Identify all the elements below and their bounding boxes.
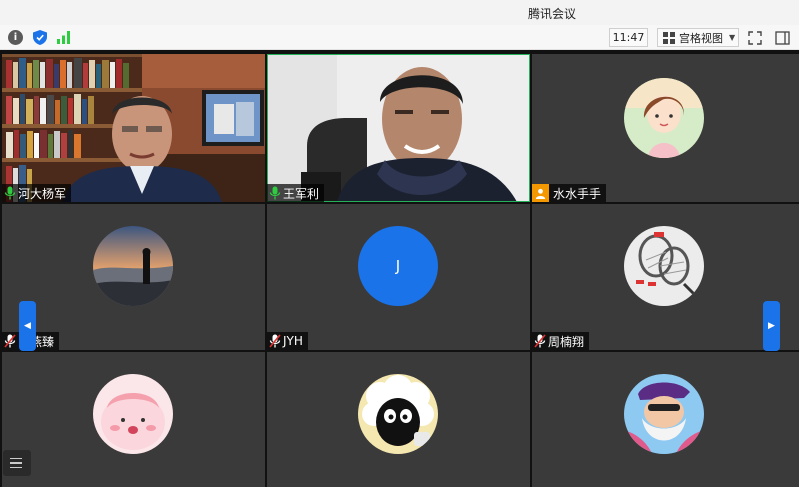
microphone-muted-icon (4, 334, 16, 348)
avatar (93, 374, 173, 454)
microphone-muted-icon (534, 334, 546, 348)
microphone-icon (269, 186, 281, 200)
view-mode-dropdown[interactable]: 宫格视图 ▼ (657, 28, 739, 47)
participant-name: 周楠翔 (548, 334, 585, 349)
avatar (358, 374, 438, 454)
avatar: J (358, 226, 438, 306)
participant-tile[interactable]: 水水手手 (532, 54, 799, 202)
participant-name: 河大杨军 (18, 186, 67, 201)
meeting-toolbar: i 11:47 宫格视图 ▼ (0, 25, 799, 50)
participant-video (267, 54, 530, 202)
fullscreen-icon[interactable] (747, 30, 762, 45)
user-badge-icon (532, 184, 549, 202)
avatar (93, 226, 173, 306)
participant-tile[interactable] (532, 352, 799, 487)
list-icon (10, 457, 22, 460)
shield-icon[interactable] (32, 30, 47, 45)
video-grid: 河大杨军 王军利 水水手手 申燕臻 J JYH 周楠翔 ◀ ▶ (0, 50, 799, 487)
avatar (624, 226, 704, 306)
microphone-icon (4, 186, 16, 200)
participant-name-tag: 水水手手 (532, 184, 607, 202)
participant-video (2, 54, 265, 202)
participant-name-tag: 河大杨军 (2, 184, 72, 202)
chevron-down-icon: ▼ (729, 33, 736, 42)
chevron-left-icon: ◀ (24, 321, 31, 331)
title-bar: 腾讯会议 (0, 0, 799, 25)
sidebar-toggle-icon[interactable] (775, 30, 790, 45)
window-title: 腾讯会议 (527, 7, 576, 21)
grid-view-icon (663, 31, 675, 44)
participant-tile[interactable]: 周楠翔 (532, 204, 799, 350)
participant-name-tag: 周楠翔 (532, 332, 590, 350)
chevron-right-icon: ▶ (768, 321, 775, 331)
participant-tile[interactable]: 河大杨军 (2, 54, 265, 202)
view-mode-label: 宫格视图 (679, 31, 723, 45)
participant-tile[interactable]: 王军利 (267, 54, 530, 202)
participant-tile[interactable] (2, 352, 265, 487)
avatar-initial: J (395, 257, 401, 275)
avatar (624, 374, 704, 454)
next-page-button[interactable]: ▶ (763, 301, 780, 351)
member-list-button[interactable] (3, 450, 31, 476)
prev-page-button[interactable]: ◀ (19, 301, 36, 351)
microphone-muted-icon (269, 334, 281, 348)
participant-tile[interactable] (267, 352, 530, 487)
participant-name: 水水手手 (553, 186, 602, 201)
participant-name-tag: JYH (267, 332, 308, 350)
avatar (624, 78, 704, 158)
meeting-time: 11:47 (609, 28, 648, 47)
signal-icon[interactable] (56, 30, 71, 45)
participant-name: 王军利 (283, 186, 320, 201)
participant-name: JYH (283, 334, 303, 348)
info-icon[interactable]: i (8, 30, 23, 45)
participant-name-tag: 王军利 (267, 184, 325, 202)
participant-tile[interactable]: J JYH (267, 204, 530, 350)
participant-tile[interactable]: 申燕臻 (2, 204, 265, 350)
